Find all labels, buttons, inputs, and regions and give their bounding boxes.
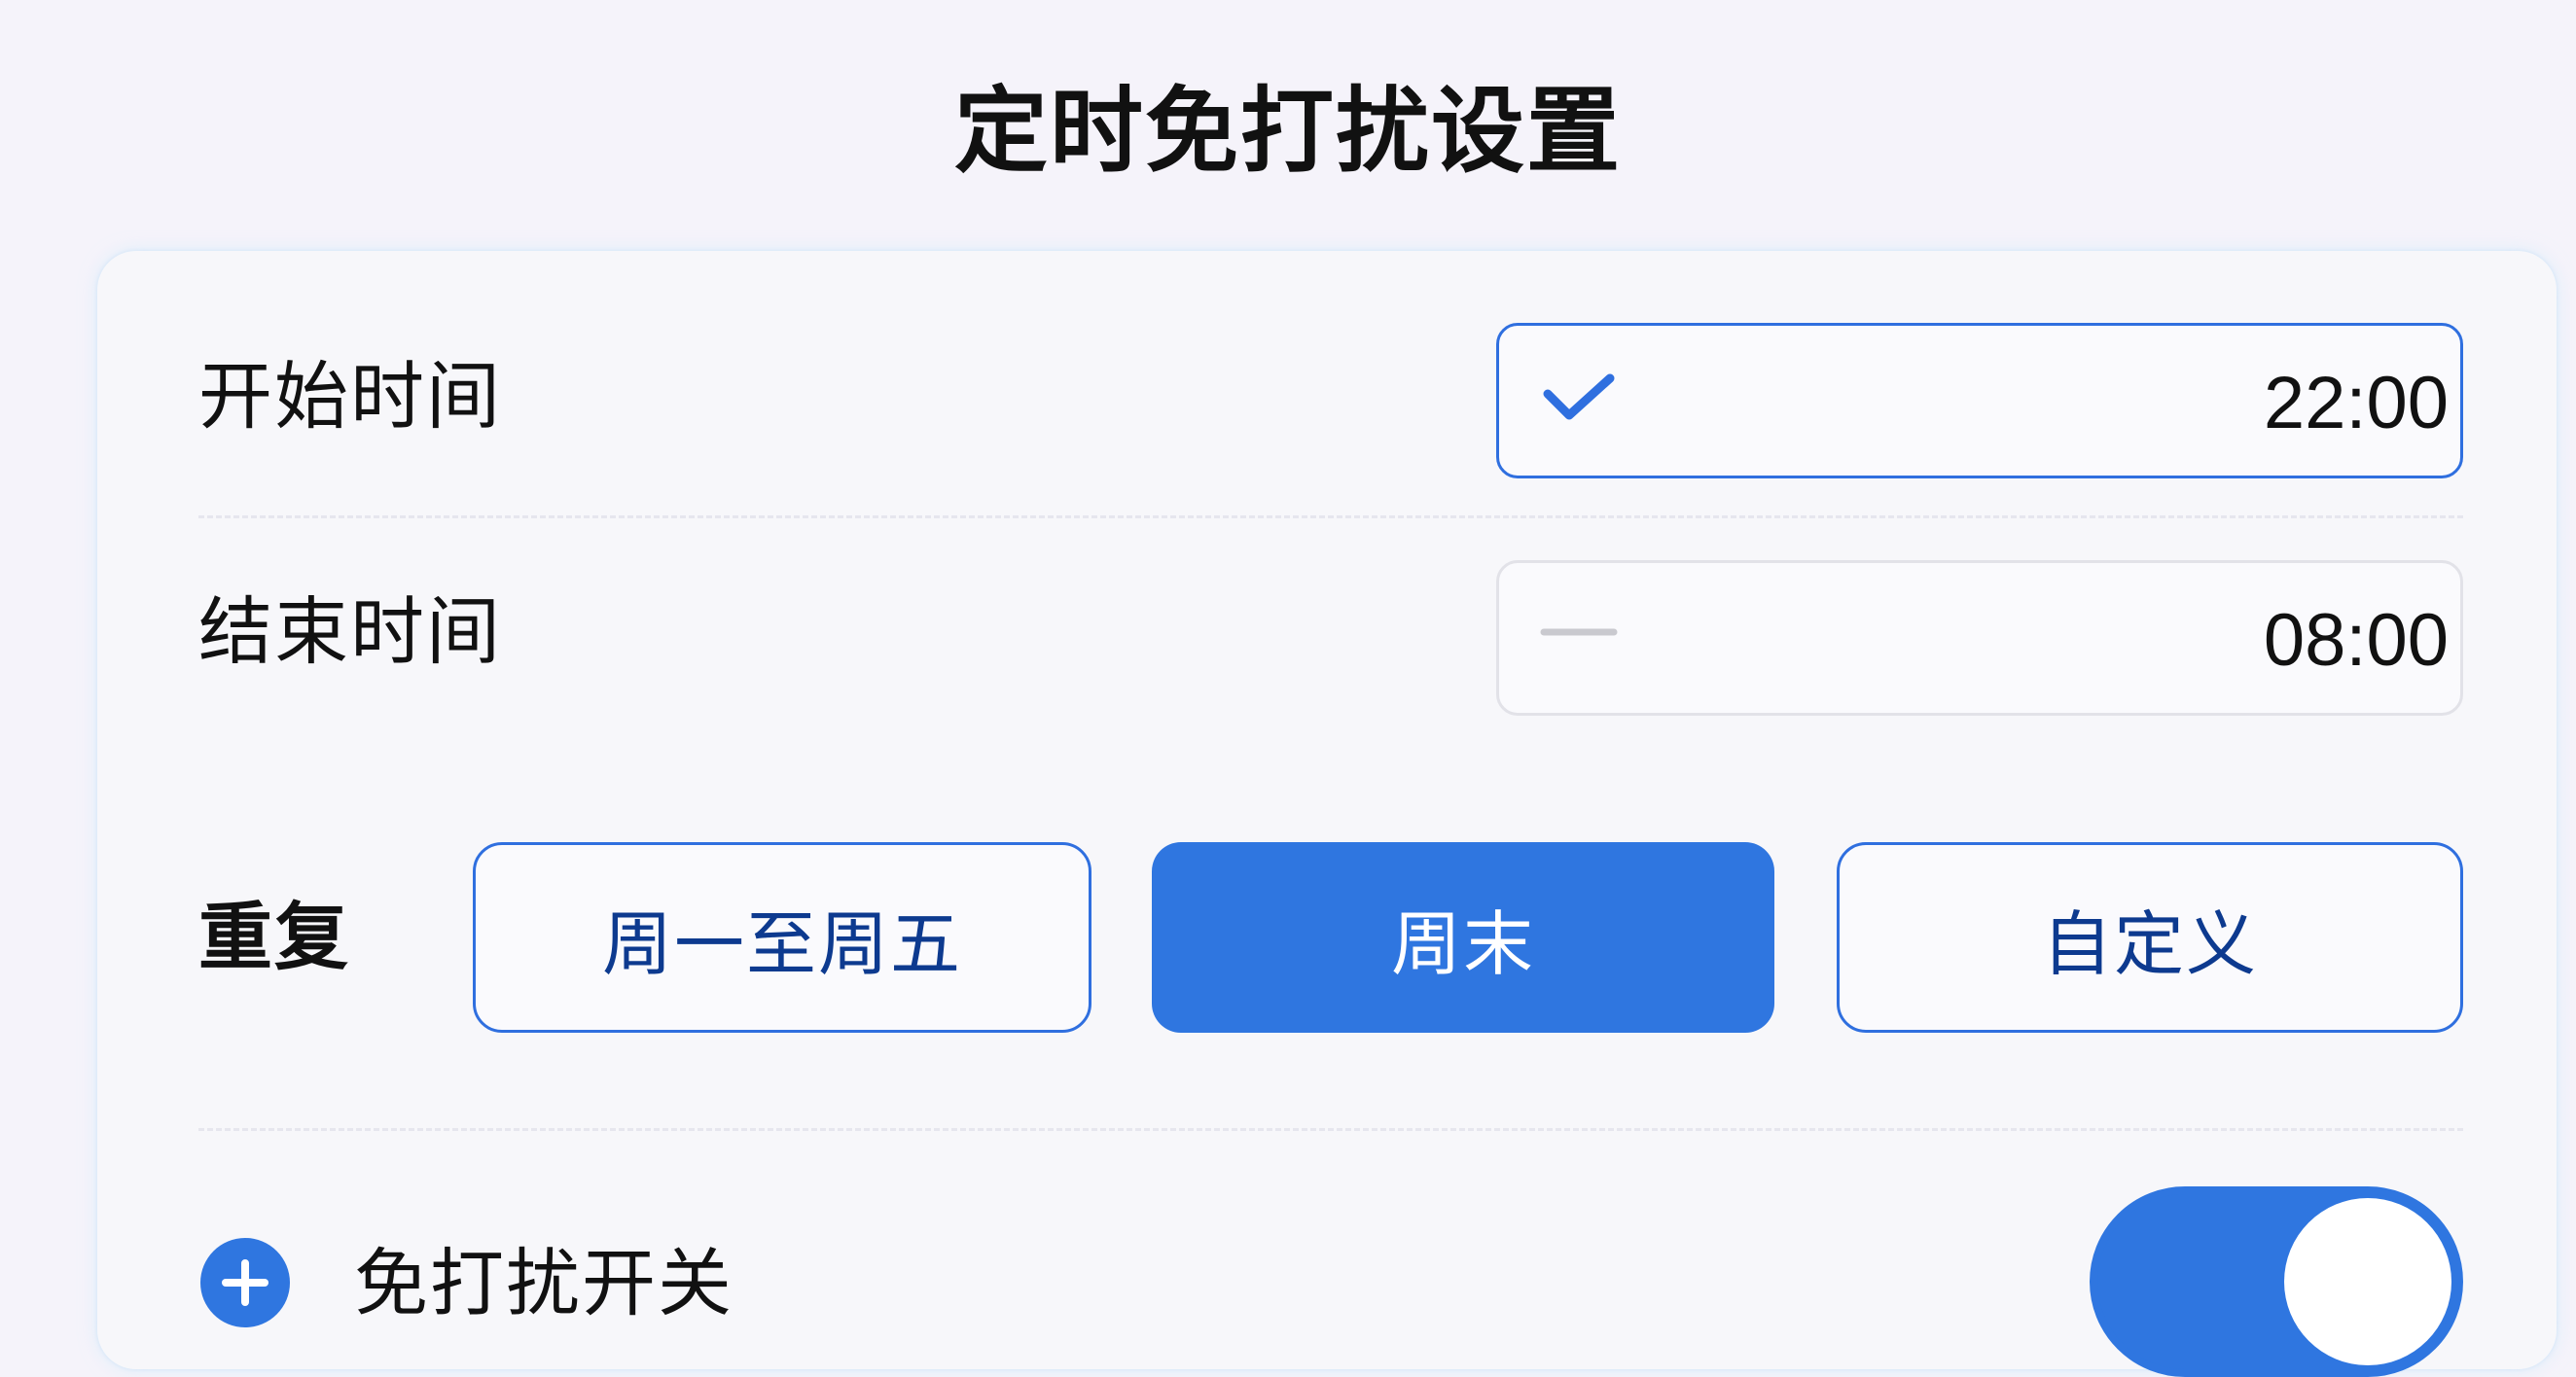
plus-circle-icon <box>198 1236 292 1329</box>
settings-card: 开始时间 22:00 结束时间 08:00 重复 周一至周五 周末 自定义 免打… <box>97 251 2557 1377</box>
repeat-option-weekend[interactable]: 周末 <box>1152 842 1774 1033</box>
switch-knob[interactable] <box>2284 1198 2451 1365</box>
end-time-label: 结束时间 <box>198 588 502 675</box>
page-title: 定时免打扰设置 <box>954 77 1622 186</box>
checkmark-icon <box>1540 369 1618 437</box>
repeat-option-label: 自定义 <box>2041 902 2258 985</box>
dnd-toggle-switch[interactable] <box>2090 1186 2463 1377</box>
repeat-option-custom[interactable]: 自定义 <box>1837 842 2463 1033</box>
repeat-option-label: 周末 <box>1390 902 1535 985</box>
end-time-value: 08:00 <box>2263 599 2449 682</box>
start-time-field[interactable]: 22:00 <box>1496 323 2463 478</box>
start-time-value: 22:00 <box>2263 362 2449 444</box>
start-time-label: 开始时间 <box>198 353 502 440</box>
repeat-label: 重复 <box>198 894 350 980</box>
divider <box>198 1128 2463 1131</box>
repeat-option-label: 周一至周五 <box>601 902 962 985</box>
dnd-toggle-label: 免打扰开关 <box>354 1240 733 1326</box>
repeat-option-weekdays[interactable]: 周一至周五 <box>473 842 1091 1033</box>
end-time-field[interactable]: 08:00 <box>1496 560 2463 716</box>
dash-icon <box>1540 606 1618 674</box>
divider <box>198 515 2463 518</box>
